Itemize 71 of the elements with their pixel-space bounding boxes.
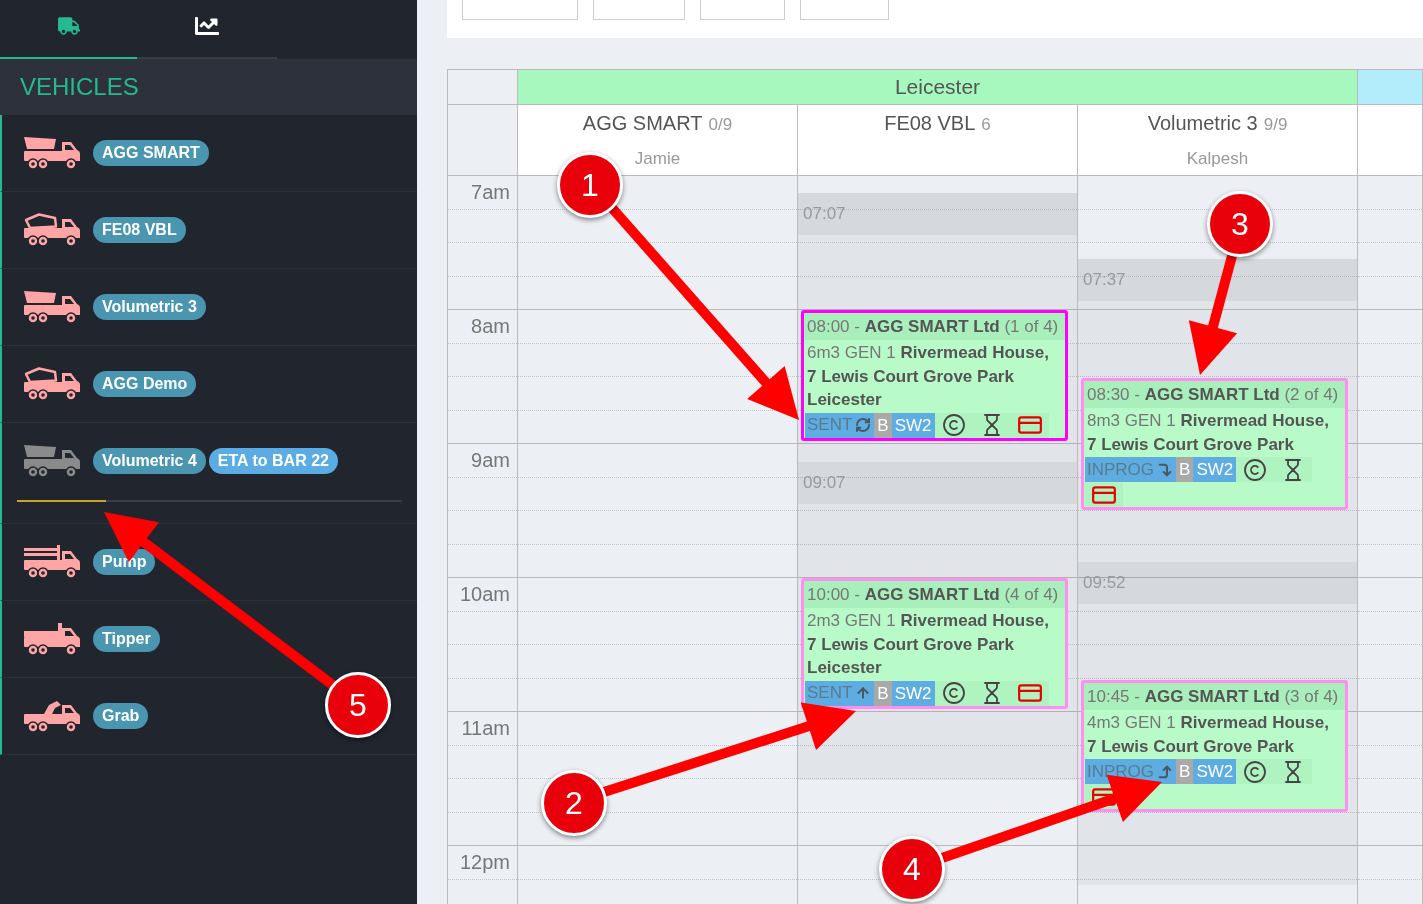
code-tag: B bbox=[1176, 759, 1194, 784]
vehicle-name-tag: Volumetric 4 bbox=[93, 448, 206, 474]
copyright-icon bbox=[941, 681, 966, 705]
job-card[interactable]: 10:00 - AGG SMART Ltd (4 of 4) 2m3 GEN 1 Rivermead House, 7 Lewis Court Grove Park Leicester SENT B SW2 bbox=[801, 578, 1068, 709]
job-title: 08:30 - AGG SMART Ltd (2 of 4) bbox=[1084, 381, 1345, 408]
trip-start-time: 09:07 bbox=[798, 462, 1077, 504]
column-vehicle-name: AGG SMART bbox=[582, 111, 703, 135]
job-title: 10:00 - AGG SMART Ltd (4 of 4) bbox=[804, 581, 1065, 608]
vehicle-row[interactable]: AGG SMART bbox=[0, 115, 417, 192]
status-text: SENT bbox=[807, 683, 853, 703]
vehicle-name-tag: Grab bbox=[93, 703, 149, 729]
code-tag: B bbox=[874, 680, 892, 706]
code-tag: B bbox=[874, 412, 892, 438]
column-vehicle-name: FE08 VBL bbox=[884, 111, 976, 135]
driver-name: Kalpesh bbox=[1186, 149, 1249, 169]
status-text: SENT bbox=[807, 415, 853, 435]
vehicle-row[interactable]: Volumetric 4 ETA to BAR 22 bbox=[0, 423, 417, 524]
code-tag: SW2 bbox=[1193, 759, 1237, 784]
vehicle-name-tag: Volumetric 3 bbox=[93, 294, 206, 320]
hour-label: 11am bbox=[460, 716, 511, 739]
vehicle-name-tag: AGG Demo bbox=[93, 371, 197, 397]
column-job-count: 0/9 bbox=[708, 114, 733, 136]
hour-label: 10am bbox=[458, 582, 511, 605]
vehicle-name-tag: AGG SMART bbox=[93, 140, 209, 166]
hour-label: 12pm bbox=[458, 850, 511, 873]
vehicle-row[interactable]: Tipper bbox=[0, 601, 417, 678]
driver-name: Jamie bbox=[634, 149, 681, 169]
eta-tag: ETA to BAR 22 bbox=[208, 448, 338, 474]
trip-start-time: 07:07 bbox=[798, 193, 1077, 235]
sync-icon bbox=[855, 417, 872, 433]
toolbar-button[interactable] bbox=[700, 0, 785, 20]
trip-start-time: 09:52 bbox=[1078, 562, 1357, 604]
column-vehicle-name: Volumetric 3 bbox=[1147, 111, 1258, 135]
vehicle-row[interactable]: AGG Demo bbox=[0, 346, 417, 423]
toolbar-button[interactable] bbox=[462, 0, 578, 20]
job-card[interactable]: 10:45 - AGG SMART Ltd (3 of 4) 4m3 GEN 1 Rivermead House, 7 Lewis Court Grove Park INPROG B SW2 bbox=[1081, 680, 1348, 812]
hour-label: 7am bbox=[470, 180, 511, 203]
job-title: 08:00 - AGG SMART Ltd (1 of 4) bbox=[804, 313, 1065, 340]
code-tag: SW2 bbox=[891, 412, 935, 438]
job-details: 6m3 GEN 1 Rivermead House, 7 Lewis Court Grove Park Leicester bbox=[806, 342, 1050, 411]
vehicle-name-tag: Pump bbox=[93, 549, 156, 575]
vehicle-row[interactable]: Volumetric 3 bbox=[0, 269, 417, 346]
code-tag: SW2 bbox=[891, 680, 935, 706]
copyright-icon bbox=[1243, 759, 1268, 784]
status-text: INPROG bbox=[1087, 459, 1155, 480]
toolbar-button[interactable] bbox=[593, 0, 685, 20]
section-title: VEHICLES bbox=[0, 59, 417, 115]
turn-down-arrow-icon bbox=[1157, 461, 1174, 478]
hour-label: 9am bbox=[470, 448, 511, 471]
toolbar-button[interactable] bbox=[800, 0, 889, 20]
job-details: 4m3 GEN 1 Rivermead House, 7 Lewis Court Grove Park bbox=[1086, 712, 1330, 758]
column-job-count: 9/9 bbox=[1263, 114, 1288, 136]
turn-up-arrow-icon bbox=[1157, 763, 1174, 780]
job-card[interactable]: 08:00 - AGG SMART Ltd (1 of 4) 6m3 GEN 1 Rivermead House, 7 Lewis Court Grove Park Leicester SENT B SW2 bbox=[801, 310, 1068, 441]
copyright-icon bbox=[1243, 457, 1268, 482]
vehicle-row[interactable]: FE08 VBL bbox=[0, 192, 417, 269]
column-job-count: 6 bbox=[981, 114, 991, 136]
code-tag: B bbox=[1176, 457, 1194, 482]
job-title: 10:45 - AGG SMART Ltd (3 of 4) bbox=[1084, 683, 1345, 710]
trip-start-time: 07:37 bbox=[1078, 259, 1357, 301]
job-card[interactable]: 08:30 - AGG SMART Ltd (2 of 4) 8m3 GEN 1 Rivermead House, 7 Lewis Court Grove Park INPROG B SW2 bbox=[1081, 378, 1348, 510]
copyright-icon bbox=[941, 413, 966, 437]
hour-label: 8am bbox=[470, 314, 511, 337]
truck-icon bbox=[57, 14, 80, 37]
vehicle-name-tag: FE08 VBL bbox=[93, 217, 186, 243]
job-details: 8m3 GEN 1 Rivermead House, 7 Lewis Court Grove Park bbox=[1086, 410, 1330, 456]
status-text: INPROG bbox=[1087, 761, 1155, 782]
group-header: Leicester bbox=[518, 70, 1358, 104]
job-details: 2m3 GEN 1 Rivermead House, 7 Lewis Court Grove Park Leicester bbox=[806, 610, 1050, 679]
code-tag: SW2 bbox=[1193, 457, 1237, 482]
vehicle-name-tag: Tipper bbox=[93, 626, 160, 652]
